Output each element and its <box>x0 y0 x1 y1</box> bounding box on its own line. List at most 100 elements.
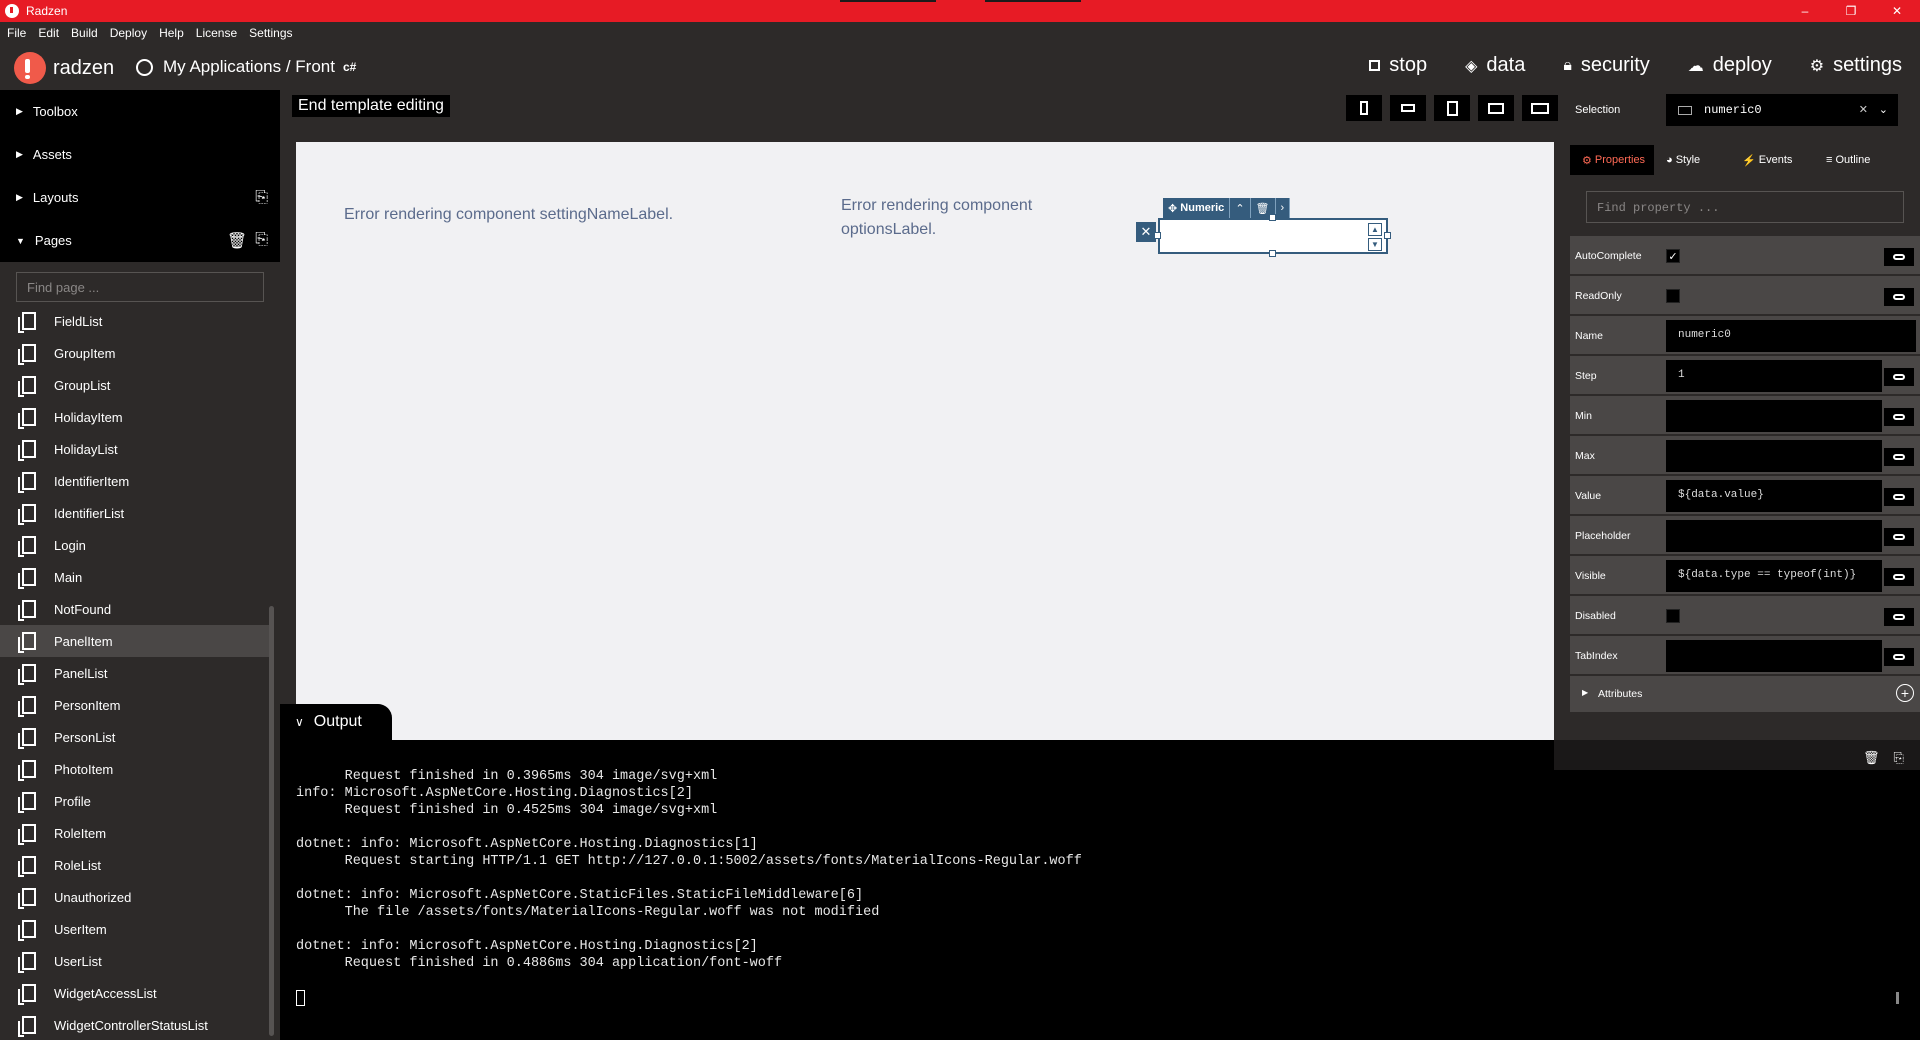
page-item[interactable]: Login <box>0 529 270 561</box>
autocomplete-checkbox[interactable]: ✓ <box>1666 249 1680 263</box>
page-item[interactable]: Profile <box>0 785 270 817</box>
menu-file[interactable]: File <box>7 26 26 40</box>
placeholder-field[interactable] <box>1666 520 1882 552</box>
copy-output-icon[interactable]: ⎘ <box>1894 750 1904 766</box>
step-field[interactable]: 1 <box>1666 360 1882 392</box>
max-field[interactable] <box>1666 440 1882 472</box>
bind-button[interactable] <box>1884 608 1914 626</box>
bind-button[interactable] <box>1884 648 1914 666</box>
min-field[interactable] <box>1666 400 1882 432</box>
delete-page-icon[interactable]: 🗑︎ <box>227 231 247 251</box>
console-scrollbar[interactable] <box>1896 992 1899 1004</box>
breadcrumb-path[interactable]: My Applications / Front <box>163 57 335 77</box>
readonly-checkbox[interactable] <box>1666 289 1680 303</box>
sidebar-scrollbar[interactable] <box>269 606 274 1036</box>
page-item[interactable]: IdentifierList <box>0 497 270 529</box>
find-page-input[interactable]: Find page ... <box>16 272 264 302</box>
menu-build[interactable]: Build <box>71 26 98 40</box>
page-item[interactable]: PhotoItem <box>0 753 270 785</box>
value-field[interactable]: ${data.value} <box>1666 480 1882 512</box>
move-handle[interactable]: ✥ Numeric <box>1163 198 1231 218</box>
page-item[interactable]: PanelList <box>0 657 270 689</box>
add-attribute-icon[interactable]: + <box>1896 684 1914 702</box>
menu-license[interactable]: License <box>196 26 237 40</box>
next-component-button[interactable]: › <box>1276 198 1291 218</box>
bind-button[interactable] <box>1884 488 1914 506</box>
selection-dropdown[interactable]: numeric0 ✕ ⌄ <box>1666 94 1898 126</box>
menu-help[interactable]: Help <box>159 26 184 40</box>
tab-properties[interactable]: ⚙ Properties <box>1570 145 1654 175</box>
menu-settings[interactable]: Settings <box>249 26 292 40</box>
page-item[interactable]: IdentifierItem <box>0 465 270 497</box>
page-item[interactable]: NotFound <box>0 593 270 625</box>
layouts-section[interactable]: ▶ Layouts ⎘ <box>0 176 280 219</box>
bind-button[interactable] <box>1884 408 1914 426</box>
output-tab[interactable]: ∨ Output <box>280 704 392 740</box>
page-item[interactable]: GroupList <box>0 369 270 401</box>
deploy-button[interactable]: ☁ deploy <box>1688 54 1772 77</box>
bind-button[interactable] <box>1884 528 1914 546</box>
name-field[interactable]: numeric0 <box>1666 320 1916 352</box>
clear-selection-icon[interactable]: ✕ <box>1859 103 1868 117</box>
stop-button[interactable]: stop <box>1369 54 1427 77</box>
restore-button[interactable]: ❐ <box>1828 0 1874 22</box>
toolbox-section[interactable]: ▶ Toolbox <box>0 90 280 133</box>
tab-events[interactable]: ⚡ Events <box>1728 145 1810 175</box>
resize-handle[interactable] <box>1384 232 1391 239</box>
tablet-landscape-button[interactable] <box>1478 95 1514 121</box>
page-item[interactable]: HolidayList <box>0 433 270 465</box>
page-item[interactable]: UserItem <box>0 913 270 945</box>
page-item[interactable]: Unauthorized <box>0 881 270 913</box>
desktop-button[interactable] <box>1522 95 1558 121</box>
select-parent-button[interactable]: ⌃ <box>1230 198 1251 218</box>
page-item[interactable]: WidgetAccessList <box>0 977 270 1009</box>
data-button[interactable]: ◈ data <box>1465 54 1525 77</box>
page-item[interactable]: RoleItem <box>0 817 270 849</box>
bind-button[interactable] <box>1884 288 1914 306</box>
clear-output-icon[interactable]: 🗑︎ <box>1863 750 1880 766</box>
new-layout-icon[interactable]: ⎘ <box>255 189 268 207</box>
page-item[interactable]: GroupItem <box>0 337 270 369</box>
resize-handle[interactable] <box>1269 214 1276 221</box>
resize-handle[interactable] <box>1269 250 1276 257</box>
minimize-button[interactable]: – <box>1782 0 1828 22</box>
page-item-active[interactable]: PanelItem <box>0 625 270 657</box>
page-item[interactable]: WidgetControllerStatusList <box>0 1009 270 1040</box>
resize-handle[interactable] <box>1154 232 1161 239</box>
new-page-icon[interactable]: ⎘ <box>255 231 268 251</box>
page-item[interactable]: RoleList <box>0 849 270 881</box>
spin-down-icon[interactable]: ▼ <box>1368 238 1382 251</box>
close-icon[interactable]: ✕ <box>1136 222 1156 242</box>
visible-field[interactable]: ${data.type == typeof(int)} <box>1666 560 1882 592</box>
page-item[interactable]: HolidayItem <box>0 401 270 433</box>
end-template-editing-button[interactable]: End template editing <box>292 95 450 117</box>
tabindex-field[interactable] <box>1666 640 1882 672</box>
phone-landscape-button[interactable] <box>1390 95 1426 121</box>
close-button[interactable]: ✕ <box>1874 0 1920 22</box>
bind-button[interactable] <box>1884 568 1914 586</box>
bind-button[interactable] <box>1884 248 1914 266</box>
disabled-checkbox[interactable] <box>1666 609 1680 623</box>
bind-button[interactable] <box>1884 368 1914 386</box>
attributes-section[interactable]: ▶ Attributes + <box>1570 676 1920 712</box>
page-item[interactable]: Main <box>0 561 270 593</box>
brand[interactable]: radzen <box>14 52 114 84</box>
phone-portrait-button[interactable] <box>1346 95 1382 121</box>
page-item[interactable]: PersonList <box>0 721 270 753</box>
security-button[interactable]: 🔒︎ security <box>1563 54 1649 77</box>
bind-button[interactable] <box>1884 448 1914 466</box>
settings-button[interactable]: ⚙ settings <box>1810 54 1902 77</box>
pages-section[interactable]: ▼ Pages 🗑︎ ⎘ <box>0 219 280 262</box>
spin-up-icon[interactable]: ▲ <box>1368 223 1382 236</box>
menu-deploy[interactable]: Deploy <box>110 26 147 40</box>
page-item[interactable]: FieldList <box>0 305 270 337</box>
tab-style[interactable]: ◕ Style <box>1654 145 1728 175</box>
design-canvas[interactable]: Error rendering component settingNameLab… <box>296 142 1554 740</box>
page-item[interactable]: UserList <box>0 945 270 977</box>
find-property-input[interactable]: Find property ... <box>1586 191 1904 223</box>
chevron-down-icon[interactable]: ⌄ <box>1879 103 1888 117</box>
menu-edit[interactable]: Edit <box>38 26 59 40</box>
page-item[interactable]: PersonItem <box>0 689 270 721</box>
assets-section[interactable]: ▶ Assets <box>0 133 280 176</box>
numeric-input[interactable]: ▲ ▼ <box>1158 218 1388 254</box>
